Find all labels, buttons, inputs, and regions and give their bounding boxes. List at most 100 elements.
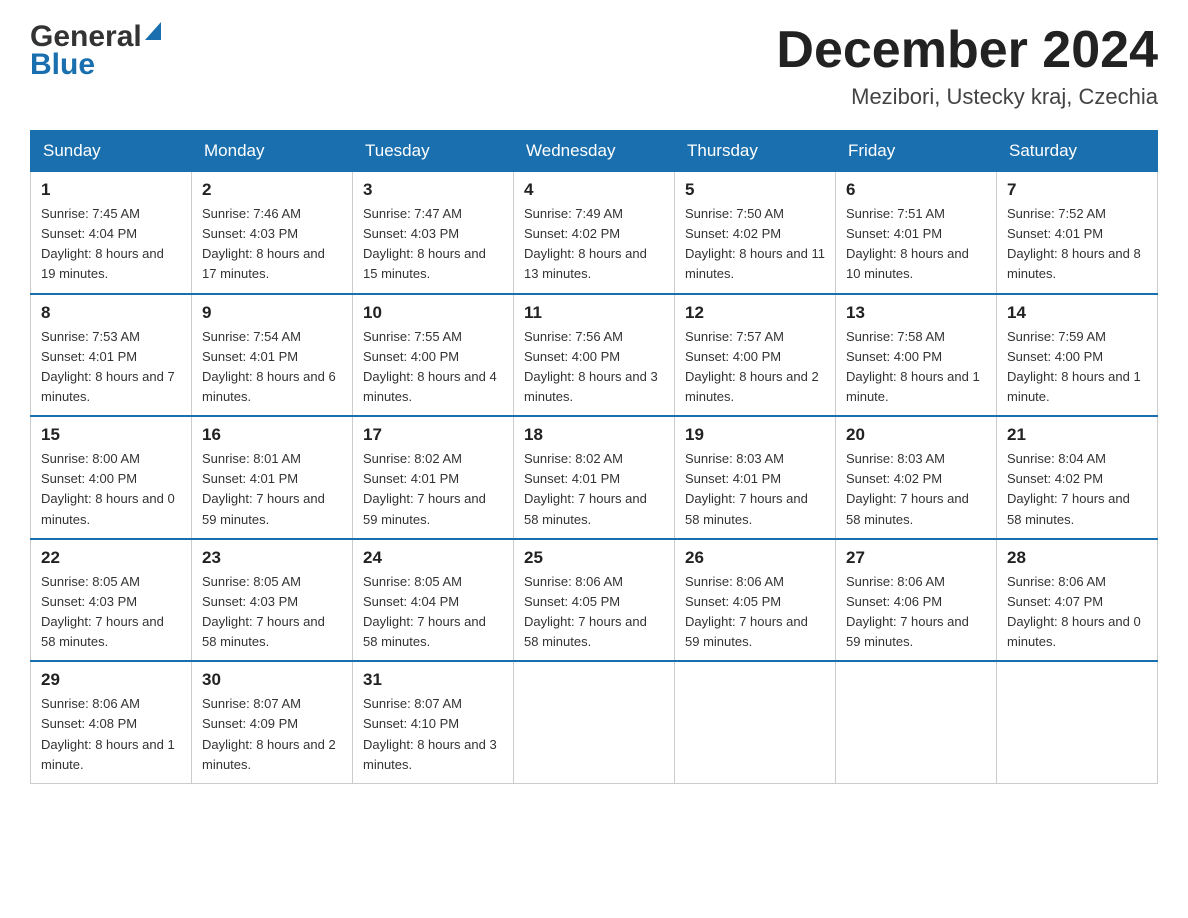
day-info: Sunrise: 8:05 AMSunset: 4:04 PMDaylight:… <box>363 572 503 653</box>
table-row: 23 Sunrise: 8:05 AMSunset: 4:03 PMDaylig… <box>192 539 353 662</box>
table-row: 11 Sunrise: 7:56 AMSunset: 4:00 PMDaylig… <box>514 294 675 417</box>
table-row <box>836 661 997 783</box>
day-info: Sunrise: 8:04 AMSunset: 4:02 PMDaylight:… <box>1007 449 1147 530</box>
day-number: 23 <box>202 548 342 568</box>
header-sunday: Sunday <box>31 131 192 172</box>
day-info: Sunrise: 7:58 AMSunset: 4:00 PMDaylight:… <box>846 327 986 408</box>
calendar-header-row: Sunday Monday Tuesday Wednesday Thursday… <box>31 131 1158 172</box>
table-row: 16 Sunrise: 8:01 AMSunset: 4:01 PMDaylig… <box>192 416 353 539</box>
header-friday: Friday <box>836 131 997 172</box>
table-row: 4 Sunrise: 7:49 AMSunset: 4:02 PMDayligh… <box>514 172 675 294</box>
day-number: 11 <box>524 303 664 323</box>
day-number: 19 <box>685 425 825 445</box>
day-number: 7 <box>1007 180 1147 200</box>
table-row: 21 Sunrise: 8:04 AMSunset: 4:02 PMDaylig… <box>997 416 1158 539</box>
day-number: 6 <box>846 180 986 200</box>
table-row: 17 Sunrise: 8:02 AMSunset: 4:01 PMDaylig… <box>353 416 514 539</box>
table-row: 8 Sunrise: 7:53 AMSunset: 4:01 PMDayligh… <box>31 294 192 417</box>
day-number: 30 <box>202 670 342 690</box>
day-number: 2 <box>202 180 342 200</box>
day-number: 28 <box>1007 548 1147 568</box>
table-row: 28 Sunrise: 8:06 AMSunset: 4:07 PMDaylig… <box>997 539 1158 662</box>
title-section: December 2024 Mezibori, Ustecky kraj, Cz… <box>776 20 1158 110</box>
day-info: Sunrise: 8:07 AMSunset: 4:10 PMDaylight:… <box>363 694 503 775</box>
table-row: 6 Sunrise: 7:51 AMSunset: 4:01 PMDayligh… <box>836 172 997 294</box>
logo-blue-text: Blue <box>30 48 161 82</box>
table-row: 3 Sunrise: 7:47 AMSunset: 4:03 PMDayligh… <box>353 172 514 294</box>
day-number: 26 <box>685 548 825 568</box>
table-row: 18 Sunrise: 8:02 AMSunset: 4:01 PMDaylig… <box>514 416 675 539</box>
day-info: Sunrise: 7:50 AMSunset: 4:02 PMDaylight:… <box>685 204 825 285</box>
day-number: 16 <box>202 425 342 445</box>
table-row: 7 Sunrise: 7:52 AMSunset: 4:01 PMDayligh… <box>997 172 1158 294</box>
header-tuesday: Tuesday <box>353 131 514 172</box>
day-info: Sunrise: 8:01 AMSunset: 4:01 PMDaylight:… <box>202 449 342 530</box>
table-row: 25 Sunrise: 8:06 AMSunset: 4:05 PMDaylig… <box>514 539 675 662</box>
day-info: Sunrise: 7:57 AMSunset: 4:00 PMDaylight:… <box>685 327 825 408</box>
calendar-title: December 2024 <box>776 20 1158 80</box>
header-wednesday: Wednesday <box>514 131 675 172</box>
table-row: 31 Sunrise: 8:07 AMSunset: 4:10 PMDaylig… <box>353 661 514 783</box>
table-row: 5 Sunrise: 7:50 AMSunset: 4:02 PMDayligh… <box>675 172 836 294</box>
day-info: Sunrise: 8:02 AMSunset: 4:01 PMDaylight:… <box>363 449 503 530</box>
day-info: Sunrise: 8:06 AMSunset: 4:05 PMDaylight:… <box>524 572 664 653</box>
day-number: 5 <box>685 180 825 200</box>
header-monday: Monday <box>192 131 353 172</box>
table-row: 10 Sunrise: 7:55 AMSunset: 4:00 PMDaylig… <box>353 294 514 417</box>
day-number: 12 <box>685 303 825 323</box>
day-number: 1 <box>41 180 181 200</box>
header-thursday: Thursday <box>675 131 836 172</box>
table-row: 24 Sunrise: 8:05 AMSunset: 4:04 PMDaylig… <box>353 539 514 662</box>
day-info: Sunrise: 7:52 AMSunset: 4:01 PMDaylight:… <box>1007 204 1147 285</box>
table-row <box>675 661 836 783</box>
table-row: 14 Sunrise: 7:59 AMSunset: 4:00 PMDaylig… <box>997 294 1158 417</box>
day-info: Sunrise: 8:02 AMSunset: 4:01 PMDaylight:… <box>524 449 664 530</box>
day-number: 31 <box>363 670 503 690</box>
table-row <box>997 661 1158 783</box>
calendar-subtitle: Mezibori, Ustecky kraj, Czechia <box>776 84 1158 110</box>
table-row <box>514 661 675 783</box>
day-number: 10 <box>363 303 503 323</box>
day-info: Sunrise: 8:05 AMSunset: 4:03 PMDaylight:… <box>202 572 342 653</box>
day-info: Sunrise: 8:00 AMSunset: 4:00 PMDaylight:… <box>41 449 181 530</box>
day-info: Sunrise: 8:03 AMSunset: 4:02 PMDaylight:… <box>846 449 986 530</box>
day-info: Sunrise: 7:56 AMSunset: 4:00 PMDaylight:… <box>524 327 664 408</box>
day-number: 18 <box>524 425 664 445</box>
day-info: Sunrise: 8:06 AMSunset: 4:05 PMDaylight:… <box>685 572 825 653</box>
day-number: 22 <box>41 548 181 568</box>
day-info: Sunrise: 8:05 AMSunset: 4:03 PMDaylight:… <box>41 572 181 653</box>
table-row: 1 Sunrise: 7:45 AMSunset: 4:04 PMDayligh… <box>31 172 192 294</box>
table-row: 15 Sunrise: 8:00 AMSunset: 4:00 PMDaylig… <box>31 416 192 539</box>
day-info: Sunrise: 8:06 AMSunset: 4:07 PMDaylight:… <box>1007 572 1147 653</box>
day-info: Sunrise: 7:59 AMSunset: 4:00 PMDaylight:… <box>1007 327 1147 408</box>
day-info: Sunrise: 8:03 AMSunset: 4:01 PMDaylight:… <box>685 449 825 530</box>
logo: General Blue <box>30 20 161 82</box>
table-row: 27 Sunrise: 8:06 AMSunset: 4:06 PMDaylig… <box>836 539 997 662</box>
day-number: 3 <box>363 180 503 200</box>
calendar-table: Sunday Monday Tuesday Wednesday Thursday… <box>30 130 1158 784</box>
day-number: 21 <box>1007 425 1147 445</box>
logo-flag-icon <box>145 22 161 40</box>
table-row: 2 Sunrise: 7:46 AMSunset: 4:03 PMDayligh… <box>192 172 353 294</box>
header-saturday: Saturday <box>997 131 1158 172</box>
day-info: Sunrise: 8:06 AMSunset: 4:08 PMDaylight:… <box>41 694 181 775</box>
day-info: Sunrise: 7:45 AMSunset: 4:04 PMDaylight:… <box>41 204 181 285</box>
table-row: 22 Sunrise: 8:05 AMSunset: 4:03 PMDaylig… <box>31 539 192 662</box>
day-info: Sunrise: 7:53 AMSunset: 4:01 PMDaylight:… <box>41 327 181 408</box>
table-row: 26 Sunrise: 8:06 AMSunset: 4:05 PMDaylig… <box>675 539 836 662</box>
day-number: 13 <box>846 303 986 323</box>
day-info: Sunrise: 7:46 AMSunset: 4:03 PMDaylight:… <box>202 204 342 285</box>
day-info: Sunrise: 7:54 AMSunset: 4:01 PMDaylight:… <box>202 327 342 408</box>
table-row: 12 Sunrise: 7:57 AMSunset: 4:00 PMDaylig… <box>675 294 836 417</box>
day-info: Sunrise: 7:51 AMSunset: 4:01 PMDaylight:… <box>846 204 986 285</box>
table-row: 9 Sunrise: 7:54 AMSunset: 4:01 PMDayligh… <box>192 294 353 417</box>
day-number: 24 <box>363 548 503 568</box>
day-number: 4 <box>524 180 664 200</box>
day-number: 20 <box>846 425 986 445</box>
table-row: 13 Sunrise: 7:58 AMSunset: 4:00 PMDaylig… <box>836 294 997 417</box>
day-number: 25 <box>524 548 664 568</box>
day-info: Sunrise: 8:07 AMSunset: 4:09 PMDaylight:… <box>202 694 342 775</box>
day-number: 29 <box>41 670 181 690</box>
table-row: 29 Sunrise: 8:06 AMSunset: 4:08 PMDaylig… <box>31 661 192 783</box>
day-number: 9 <box>202 303 342 323</box>
